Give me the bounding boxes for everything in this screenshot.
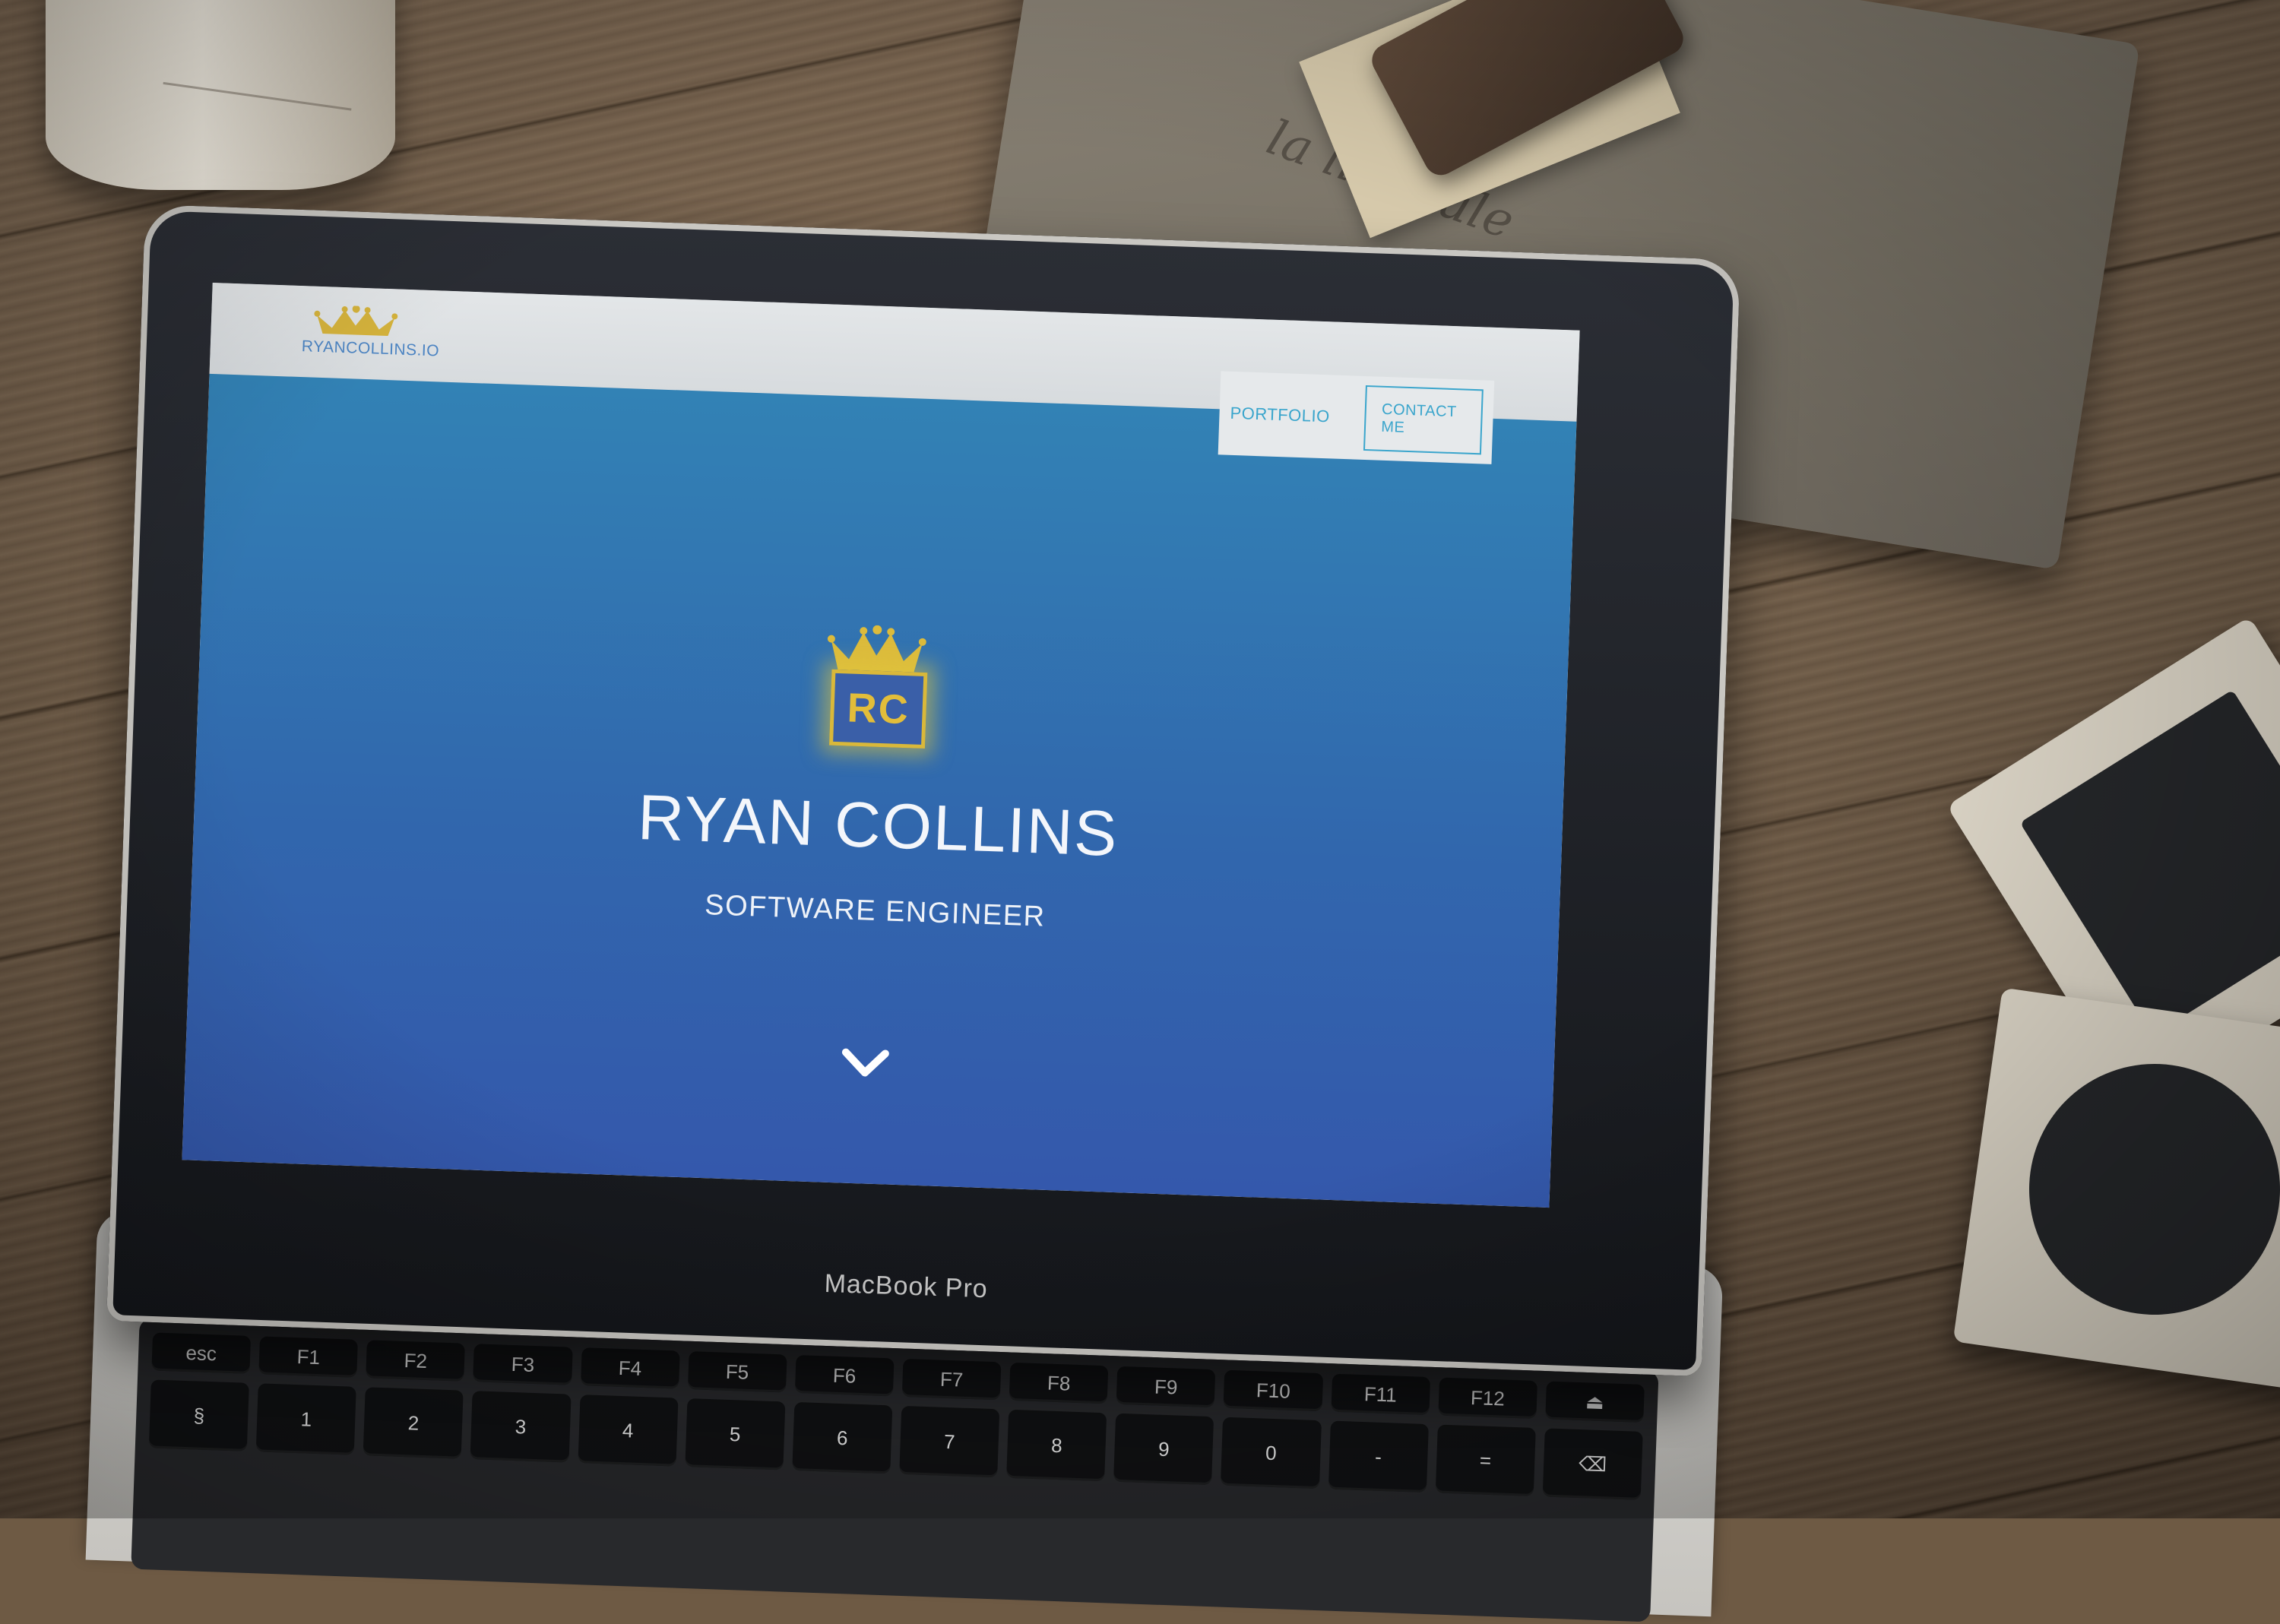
site-logo-text: RYANCOLLINS.IO xyxy=(301,337,440,360)
hero-title: SOFTWARE ENGINEER xyxy=(704,889,1047,933)
key-f12[interactable]: F12 xyxy=(1438,1377,1537,1420)
pomade-tin xyxy=(46,0,395,190)
hero-logo: RC xyxy=(819,623,930,764)
monogram-badge: RC xyxy=(828,669,928,749)
key-8[interactable]: 8 xyxy=(1006,1409,1107,1482)
key-f8[interactable]: F8 xyxy=(1009,1362,1109,1404)
key-0[interactable]: 0 xyxy=(1221,1417,1322,1489)
monogram-text: RC xyxy=(846,685,910,733)
key-minus[interactable]: - xyxy=(1328,1420,1429,1493)
key-f6[interactable]: F6 xyxy=(794,1354,895,1397)
key-f10[interactable]: F10 xyxy=(1223,1369,1323,1412)
key-esc[interactable]: esc xyxy=(151,1332,252,1374)
key-1[interactable]: 1 xyxy=(255,1383,357,1455)
key-section[interactable]: § xyxy=(148,1379,250,1451)
nav-portfolio-link[interactable]: PORTFOLIO xyxy=(1230,404,1330,427)
key-f7[interactable]: F7 xyxy=(901,1358,1002,1401)
key-f4[interactable]: F4 xyxy=(580,1347,680,1389)
coaster-print xyxy=(2012,1047,2280,1331)
key-f9[interactable]: F9 xyxy=(1116,1366,1216,1408)
key-6[interactable]: 6 xyxy=(792,1401,893,1474)
coaster-print xyxy=(2019,689,2280,1036)
hero-name: RYAN COLLINS xyxy=(636,780,1120,869)
crown-icon xyxy=(314,305,398,337)
key-3[interactable]: 3 xyxy=(470,1391,572,1463)
chevron-down-icon[interactable] xyxy=(841,1046,890,1081)
tin-label xyxy=(157,81,352,149)
contact-me-button[interactable]: CONTACT ME xyxy=(1363,385,1484,455)
key-f5[interactable]: F5 xyxy=(687,1351,787,1393)
site-nav: PORTFOLIO CONTACT ME xyxy=(1218,371,1495,464)
key-9[interactable]: 9 xyxy=(1113,1413,1214,1486)
key-5[interactable]: 5 xyxy=(685,1398,786,1470)
key-2[interactable]: 2 xyxy=(363,1387,464,1459)
key-equals[interactable]: = xyxy=(1435,1424,1536,1496)
laptop-brand-label: MacBook Pro xyxy=(824,1268,989,1304)
key-f2[interactable]: F2 xyxy=(366,1340,466,1382)
key-f1[interactable]: F1 xyxy=(258,1336,359,1378)
key-eject[interactable]: ⏏ xyxy=(1545,1381,1645,1423)
key-4[interactable]: 4 xyxy=(578,1394,679,1467)
site-logo[interactable]: RYANCOLLINS.IO xyxy=(301,304,440,360)
key-f3[interactable]: F3 xyxy=(473,1344,573,1385)
hero-section: RC RYAN COLLINS SOFTWARE ENGINEER xyxy=(182,373,1577,1208)
coaster-bottom xyxy=(1952,987,2280,1391)
laptop-screen: RYANCOLLINS.IO RC RYAN COLLINS SOFTWARE … xyxy=(182,282,1580,1208)
laptop-lid: RYANCOLLINS.IO RC RYAN COLLINS SOFTWARE … xyxy=(106,204,1741,1377)
key-backspace[interactable]: ⌫ xyxy=(1542,1428,1643,1500)
key-f11[interactable]: F11 xyxy=(1330,1373,1430,1416)
key-7[interactable]: 7 xyxy=(899,1405,1000,1478)
